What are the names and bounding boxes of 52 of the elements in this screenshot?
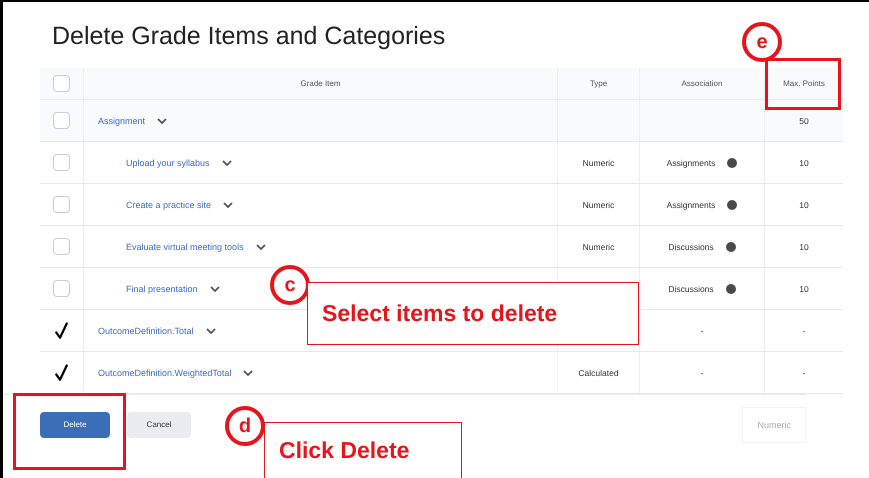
check-mark-icon[interactable] [54, 320, 69, 340]
column-header: Association [682, 79, 722, 88]
max-points-cell: 10 [799, 200, 809, 210]
grade-item-link[interactable]: Create a practice site [126, 200, 212, 210]
checkbox[interactable] [53, 280, 70, 297]
chevron-down-icon[interactable] [223, 202, 234, 208]
page-title: Delete Grade Items and Categories [52, 22, 446, 51]
chevron-down-icon[interactable] [222, 160, 232, 166]
chevron-down-icon[interactable] [157, 118, 168, 124]
type-cell: Calculated [578, 368, 619, 378]
association-cell: Discussions [668, 284, 714, 294]
checkbox[interactable] [53, 154, 70, 171]
max-points-cell: 10 [799, 242, 809, 252]
association-cell: - [700, 368, 704, 378]
checkbox[interactable] [53, 75, 70, 92]
grade-item-link[interactable]: Upload your syllabus [126, 158, 210, 168]
chevron-down-icon[interactable] [206, 328, 216, 334]
annotation-callout: Click Delete [264, 422, 462, 478]
max-points-cell: - [802, 326, 806, 336]
type-cell: Numeric [582, 200, 614, 210]
max-points-cell: - [802, 368, 806, 378]
faded-label: Numeric [742, 406, 806, 442]
column-header: Type [590, 79, 608, 88]
delete-button[interactable]: Delete [40, 412, 110, 438]
association-cell: Assignments [666, 200, 716, 210]
checkbox[interactable] [53, 196, 70, 213]
column-header: Max. Points [783, 79, 825, 88]
max-points-cell: 10 [799, 284, 809, 294]
chevron-down-icon[interactable] [243, 370, 254, 376]
association-cell: - [700, 326, 704, 336]
checkbox[interactable] [53, 238, 70, 255]
grade-item-link[interactable]: OutcomeDefinition.Total [98, 326, 194, 336]
association-cell: Assignments [666, 158, 716, 168]
max-points-cell: 10 [799, 158, 809, 168]
max-points-cell: 50 [799, 116, 809, 126]
grade-item-link[interactable]: Evaluate virtual meeting tools [126, 242, 244, 252]
column-header: Grade Item [300, 79, 340, 88]
grade-item-link[interactable]: OutcomeDefinition.WeightedTotal [98, 368, 232, 378]
type-cell: Numeric [582, 242, 614, 252]
annotation-marker: e [742, 22, 782, 62]
annotation-marker: d [225, 406, 265, 446]
check-mark-icon[interactable] [54, 362, 69, 382]
grade-item-link[interactable]: Assignment [98, 116, 146, 126]
annotation-callout: Select items to delete [307, 282, 639, 345]
chevron-down-icon[interactable] [210, 286, 220, 292]
association-cell: Discussions [668, 242, 714, 252]
type-cell: Numeric [582, 158, 614, 168]
grade-item-link[interactable]: Final presentation [126, 284, 198, 294]
checkbox[interactable] [53, 112, 70, 129]
chevron-down-icon[interactable] [256, 244, 266, 250]
cancel-button[interactable]: Cancel [127, 412, 191, 438]
annotation-marker: c [270, 265, 310, 305]
